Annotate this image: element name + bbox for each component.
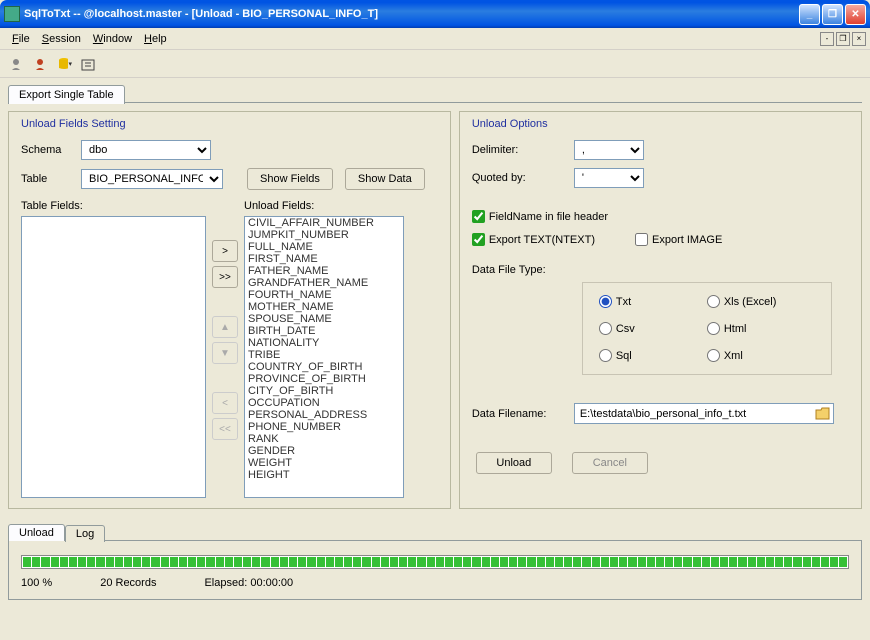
schema-select[interactable]: dbo [81,140,211,160]
table-fields-label: Table Fields: [21,200,206,212]
list-item[interactable]: FIRST_NAME [245,253,403,265]
list-item[interactable]: JUMPKIT_NUMBER [245,229,403,241]
move-left-button[interactable]: < [212,392,238,414]
tab-log[interactable]: Log [65,525,105,542]
mdi-minimize-button[interactable]: - [820,32,834,46]
unload-fields-listbox[interactable]: CIVIL_AFFAIR_NUMBERJUMPKIT_NUMBERFULL_NA… [244,216,404,498]
list-item[interactable]: PERSONAL_ADDRESS [245,409,403,421]
records-count: 20 Records [100,577,156,589]
menu-bar: File Session Window Help - ❐ × [0,28,870,50]
list-item[interactable]: FULL_NAME [245,241,403,253]
filename-input[interactable] [577,405,815,422]
elapsed-time: Elapsed: 00:00:00 [204,577,293,589]
progress-percent: 100 % [21,577,52,589]
file-type-group: Txt Xls (Excel) Csv Html Sql Xml [582,282,832,375]
list-item[interactable]: PROVINCE_OF_BIRTH [245,373,403,385]
delimiter-select[interactable]: , [574,140,644,160]
progress-panel: 100 % 20 Records Elapsed: 00:00:00 [8,540,862,600]
export-image-checkbox[interactable]: Export IMAGE [635,233,722,246]
fieldname-header-checkbox[interactable]: FieldName in file header [472,210,849,223]
menu-file[interactable]: File [6,31,36,47]
list-item[interactable]: FOURTH_NAME [245,289,403,301]
menu-help[interactable]: Help [138,31,173,47]
radio-html[interactable]: Html [707,322,815,335]
list-item[interactable]: FATHER_NAME [245,265,403,277]
list-item[interactable]: TRIBE [245,349,403,361]
cancel-button[interactable]: Cancel [572,452,648,474]
list-item[interactable]: CIVIL_AFFAIR_NUMBER [245,217,403,229]
list-item[interactable]: OCCUPATION [245,397,403,409]
list-item[interactable]: BIRTH_DATE [245,325,403,337]
connect-icon[interactable] [8,56,24,72]
quoted-by-select[interactable]: ' [574,168,644,188]
quoted-by-label: Quoted by: [472,172,574,184]
move-up-button[interactable]: ▲ [212,316,238,338]
progress-bar [21,555,849,569]
menu-session[interactable]: Session [36,31,87,47]
browse-folder-icon[interactable] [815,407,831,421]
unload-options-title: Unload Options [472,118,849,130]
radio-xls[interactable]: Xls (Excel) [707,295,815,308]
show-fields-button[interactable]: Show Fields [247,168,333,190]
list-item[interactable]: HEIGHT [245,469,403,481]
tab-export-single-table[interactable]: Export Single Table [8,85,125,104]
radio-xml[interactable]: Xml [707,349,815,362]
show-data-button[interactable]: Show Data [345,168,425,190]
menu-window[interactable]: Window [87,31,138,47]
move-all-left-button[interactable]: << [212,418,238,440]
list-item[interactable]: GRANDFATHER_NAME [245,277,403,289]
unload-fields-label: Unload Fields: [244,200,404,212]
unload-options-panel: Unload Options Delimiter: , Quoted by: '… [459,111,862,509]
database-icon[interactable]: ▾ [56,56,72,72]
list-item[interactable]: PHONE_NUMBER [245,421,403,433]
unload-button[interactable]: Unload [476,452,552,474]
table-fields-listbox[interactable] [21,216,206,498]
move-down-button[interactable]: ▼ [212,342,238,364]
filename-label: Data Filename: [472,408,574,420]
move-all-right-button[interactable]: >> [212,266,238,288]
tab-unload[interactable]: Unload [8,524,65,541]
title-text: SqlToTxt -- @localhost.master - [Unload … [24,8,799,20]
disconnect-icon[interactable] [32,56,48,72]
file-type-label: Data File Type: [472,264,849,276]
list-item[interactable]: NATIONALITY [245,337,403,349]
toolbar: ▾ [0,50,870,78]
list-item[interactable]: RANK [245,433,403,445]
mdi-close-button[interactable]: × [852,32,866,46]
unload-fields-panel: Unload Fields Setting Schema dbo Table B… [8,111,451,509]
title-bar: SqlToTxt -- @localhost.master - [Unload … [0,0,870,28]
list-item[interactable]: GENDER [245,445,403,457]
mdi-restore-button[interactable]: ❐ [836,32,850,46]
maximize-button[interactable]: ❐ [822,4,843,25]
export-icon[interactable] [80,56,96,72]
table-label: Table [21,173,81,185]
unload-fields-title: Unload Fields Setting [21,118,438,130]
radio-csv[interactable]: Csv [599,322,707,335]
list-item[interactable]: MOTHER_NAME [245,301,403,313]
radio-sql[interactable]: Sql [599,349,707,362]
close-button[interactable]: ✕ [845,4,866,25]
move-right-button[interactable]: > [212,240,238,262]
list-item[interactable]: CITY_OF_BIRTH [245,385,403,397]
list-item[interactable]: WEIGHT [245,457,403,469]
list-item[interactable]: COUNTRY_OF_BIRTH [245,361,403,373]
minimize-button[interactable]: _ [799,4,820,25]
radio-txt[interactable]: Txt [599,295,707,308]
schema-label: Schema [21,144,81,156]
delimiter-label: Delimiter: [472,144,574,156]
table-select[interactable]: BIO_PERSONAL_INFO_T [81,169,223,189]
app-icon [4,6,20,22]
list-item[interactable]: SPOUSE_NAME [245,313,403,325]
export-text-checkbox[interactable]: Export TEXT(NTEXT) [472,233,595,246]
